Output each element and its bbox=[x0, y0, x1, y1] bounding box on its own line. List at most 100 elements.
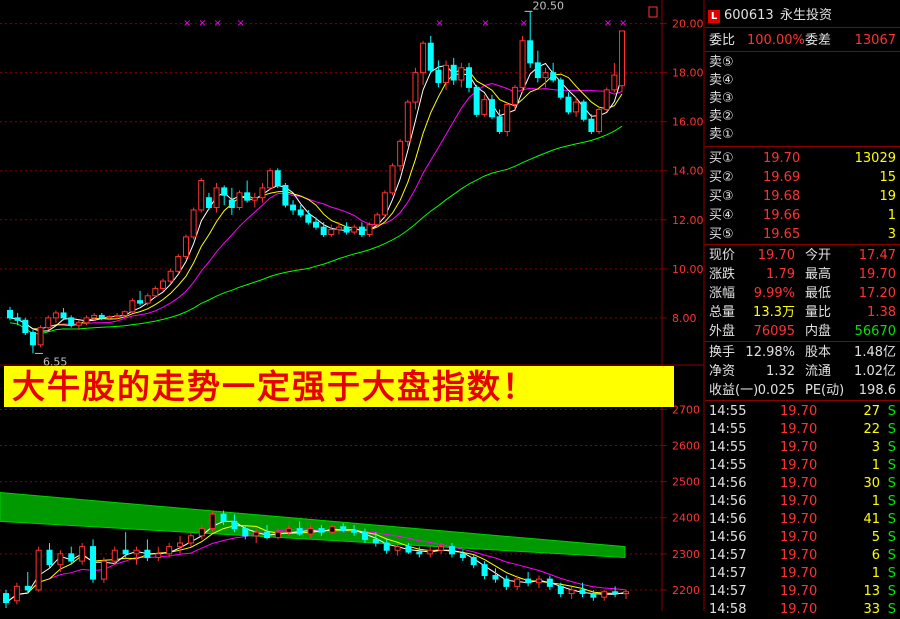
candle-body bbox=[412, 72, 419, 103]
tick-volume: 41 bbox=[863, 512, 880, 527]
fundamental-label: 净资 bbox=[709, 364, 736, 379]
buy-row[interactable]: 买③ 19.68 19 bbox=[705, 188, 900, 206]
buy-price: 19.65 bbox=[763, 227, 801, 242]
candle bbox=[144, 539, 151, 562]
tick-row[interactable]: 14:56 19.70 5 S bbox=[705, 529, 900, 547]
candle bbox=[427, 35, 434, 73]
axis-tick-label: 2300 bbox=[672, 548, 700, 561]
buy-row[interactable]: 买① 19.70 13029 bbox=[705, 150, 900, 168]
candle-body bbox=[535, 578, 542, 584]
tick-row[interactable]: 14:57 19.70 13 S bbox=[705, 583, 900, 601]
candle bbox=[588, 114, 595, 134]
candle-body bbox=[404, 101, 411, 142]
candle-body bbox=[244, 192, 251, 201]
candle-body bbox=[57, 553, 64, 566]
tick-row[interactable]: 14:58 19.70 33 S bbox=[705, 601, 900, 619]
candle bbox=[603, 87, 610, 112]
candle bbox=[79, 543, 86, 565]
buy-row[interactable]: 买② 19.69 15 bbox=[705, 169, 900, 187]
quote-label: 涨跌 bbox=[709, 267, 736, 282]
window-restore-icon[interactable] bbox=[648, 6, 658, 18]
candle bbox=[22, 317, 29, 336]
candle-body bbox=[504, 104, 511, 133]
candle-body bbox=[68, 553, 75, 562]
candle-body bbox=[259, 187, 266, 199]
candle-body bbox=[3, 593, 9, 604]
candle-body bbox=[144, 549, 151, 558]
tick-price: 19.70 bbox=[780, 494, 818, 509]
candle-body bbox=[496, 116, 503, 133]
tick-time: 14:56 bbox=[709, 530, 747, 545]
candle bbox=[366, 222, 373, 237]
candle-body bbox=[381, 192, 388, 216]
candle-body bbox=[167, 270, 174, 282]
candle-body bbox=[22, 319, 29, 334]
tick-row[interactable]: 14:56 19.70 41 S bbox=[705, 511, 900, 529]
candle-body bbox=[374, 214, 381, 226]
axis-tick-label: 10.00 bbox=[672, 263, 704, 276]
candle-body bbox=[106, 316, 113, 319]
tick-row[interactable]: 14:55 19.70 1 S bbox=[705, 457, 900, 475]
price-candles[interactable] bbox=[7, 11, 625, 354]
commission-row: 委比 100.00% 委差 13067 bbox=[705, 32, 900, 50]
candle bbox=[160, 278, 166, 291]
candle bbox=[525, 571, 532, 587]
tick-time: 14:57 bbox=[709, 566, 747, 581]
candle-body bbox=[588, 118, 595, 133]
candle bbox=[100, 557, 107, 583]
tick-row[interactable]: 14:56 19.70 30 S bbox=[705, 475, 900, 493]
candle bbox=[358, 222, 365, 237]
tick-row[interactable]: 14:55 19.70 27 S bbox=[705, 403, 900, 421]
candle-body bbox=[612, 591, 619, 595]
buy-row[interactable]: 买④ 19.66 1 bbox=[705, 207, 900, 225]
sell-label: 卖③ bbox=[709, 91, 734, 106]
candle bbox=[37, 325, 44, 348]
candle bbox=[221, 185, 228, 206]
candle bbox=[503, 575, 510, 590]
buy-row[interactable]: 买⑤ 19.65 3 bbox=[705, 226, 900, 244]
tick-time: 14:58 bbox=[709, 602, 747, 617]
candle-body bbox=[546, 578, 553, 587]
candle-body bbox=[166, 546, 173, 555]
candle-body bbox=[623, 591, 629, 595]
candle bbox=[290, 200, 297, 215]
tick-row[interactable]: 14:55 19.70 3 S bbox=[705, 439, 900, 457]
fundamental-value: 1.48亿 bbox=[854, 345, 896, 360]
candle bbox=[535, 575, 542, 589]
candle-body bbox=[137, 300, 144, 304]
buy-price: 19.66 bbox=[763, 208, 801, 223]
tick-side: S bbox=[887, 602, 896, 617]
stock-title[interactable]: L 600613 永生投资 bbox=[705, 7, 900, 25]
candle-body bbox=[580, 101, 587, 120]
candle-body bbox=[397, 140, 404, 167]
tick-row[interactable]: 14:57 19.70 1 S bbox=[705, 565, 900, 583]
buy-volume: 1 bbox=[887, 208, 896, 223]
tick-price: 19.70 bbox=[780, 476, 818, 491]
tick-volume: 13 bbox=[863, 584, 880, 599]
candle-body bbox=[328, 229, 335, 235]
tick-time: 14:57 bbox=[709, 584, 747, 599]
quote-label: 最高 bbox=[805, 267, 832, 282]
candle-body bbox=[231, 520, 238, 530]
candle bbox=[177, 535, 184, 554]
candle bbox=[167, 268, 174, 284]
tick-row[interactable]: 14:57 19.70 6 S bbox=[705, 547, 900, 565]
ma10-line bbox=[9, 68, 623, 330]
buy-label: 买③ bbox=[709, 189, 734, 204]
candle bbox=[45, 315, 52, 331]
candle-body bbox=[568, 589, 575, 595]
sell-label: 卖② bbox=[709, 109, 734, 124]
candle-body bbox=[209, 513, 216, 530]
index-chart[interactable] bbox=[0, 491, 629, 608]
sell-row: 卖⑤ bbox=[705, 54, 900, 72]
stock-badge-icon: L bbox=[708, 10, 720, 23]
tick-price: 19.70 bbox=[780, 566, 818, 581]
tick-row[interactable]: 14:55 19.70 22 S bbox=[705, 421, 900, 439]
candle-body bbox=[405, 546, 412, 553]
candle bbox=[519, 35, 526, 93]
buy-label: 买④ bbox=[709, 208, 734, 223]
candle-body bbox=[175, 256, 182, 272]
candle-body bbox=[318, 528, 325, 533]
candle-body bbox=[527, 40, 534, 64]
tick-row[interactable]: 14:56 19.70 1 S bbox=[705, 493, 900, 511]
